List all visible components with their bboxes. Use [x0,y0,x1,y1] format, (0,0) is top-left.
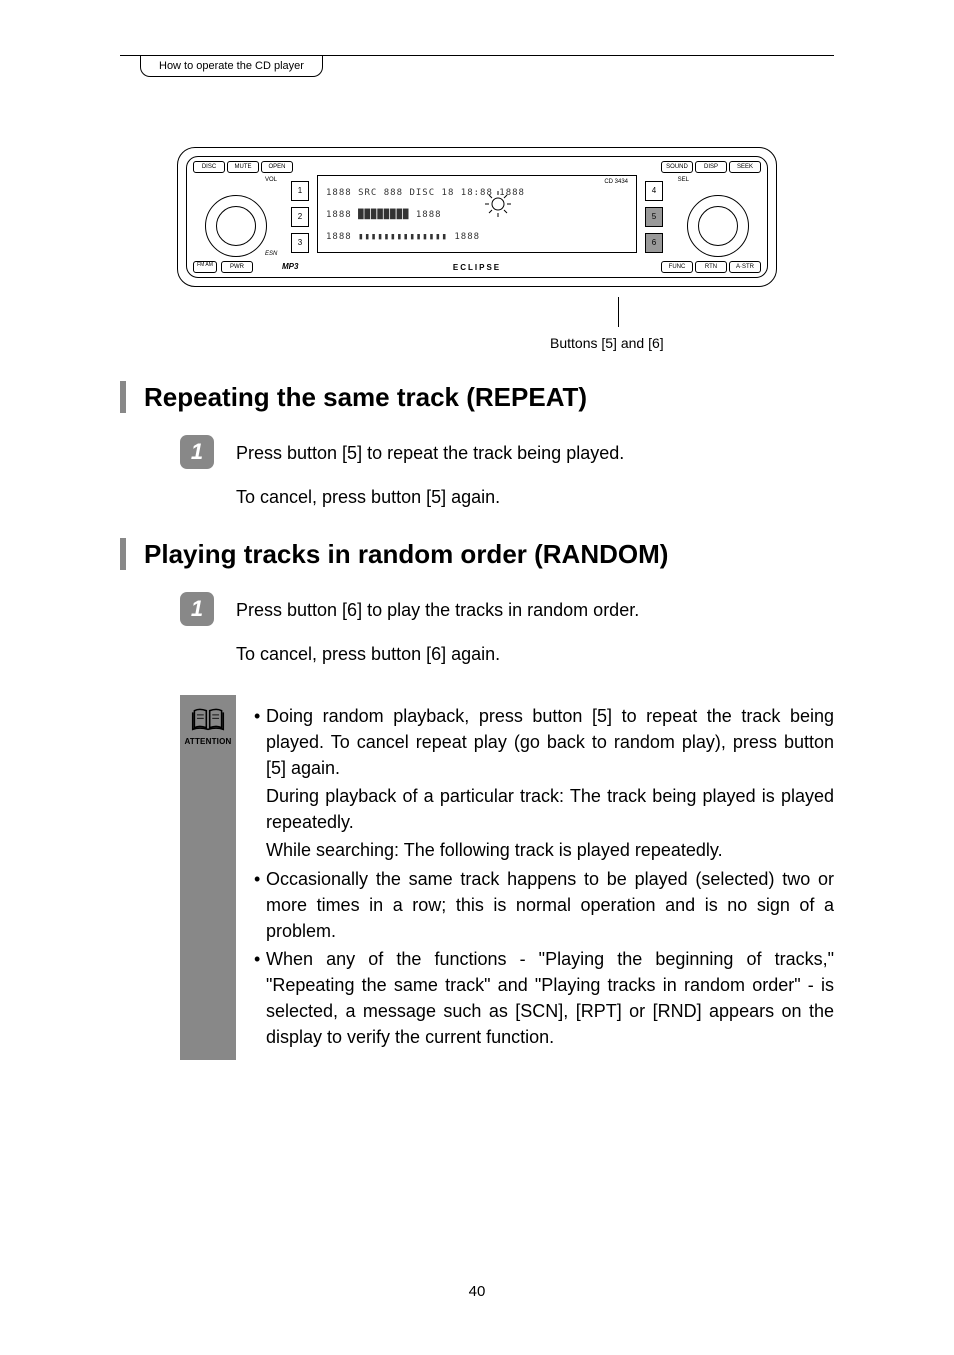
attention-bullet-1: Doing random playback, press button [5] … [254,703,834,781]
random-step-text: Press button [6] to play the tracks in r… [236,592,639,624]
device-inner-frame: DISC MUTE OPEN SOUND DISP SEEK FM AM PWR… [186,156,768,278]
open-button: OPEN [261,161,293,173]
page-number: 40 [0,1283,954,1300]
random-step-1: 1 Press button [6] to play the tracks in… [180,592,834,626]
eclipse-logo: ECLIPSE [453,263,501,272]
preset-6-button: 6 [645,233,663,253]
attention-sidebar: ATTENTION [180,695,236,1060]
right-knob [687,195,749,257]
preset-1-button: 1 [291,181,309,201]
left-knob [205,195,267,257]
attention-bullet-1-sub-2: While searching: The following track is … [254,837,834,863]
preset-2-button: 2 [291,207,309,227]
preset-4-button: 4 [645,181,663,201]
device-illustration: DISC MUTE OPEN SOUND DISP SEEK FM AM PWR… [177,147,777,287]
attention-content: Doing random playback, press button [5] … [236,695,834,1060]
astr-button: A·STR [729,261,761,273]
func-button: FUNC [661,261,693,273]
attention-bullet-2: Occasionally the same track happens to b… [254,866,834,944]
section-repeat-heading: Repeating the same track (REPEAT) [120,381,834,413]
sel-label: SEL [678,177,689,183]
random-step-sub: To cancel, press button [6] again. [236,644,834,665]
figure-caption: Buttons [5] and [6] [550,335,834,351]
disc-button: DISC [193,161,225,173]
lcd-row-2: 1888 ████████ 1888 [326,210,442,220]
rtn-button: RTN [695,261,727,273]
section-repeat-title: Repeating the same track (REPEAT) [144,382,587,413]
heading-bar [120,381,126,413]
step-number-badge: 1 [180,435,214,469]
repeat-step-sub: To cancel, press button [5] again. [236,487,834,508]
header-tab: How to operate the CD player [140,56,323,77]
caption-pointer-line [618,297,834,327]
repeat-step-1: 1 Press button [5] to repeat the track b… [180,435,834,469]
fm-am-button: FM AM [193,261,217,273]
attention-block: ATTENTION Doing random playback, press b… [180,695,834,1060]
repeat-step-text: Press button [5] to repeat the track bei… [236,435,624,467]
section-random-title: Playing tracks in random order (RANDOM) [144,539,668,570]
heading-bar [120,538,126,570]
pwr-button: PWR [221,261,253,273]
sun-icon [484,190,512,218]
sound-button: SOUND [661,161,693,173]
seek-button: SEEK [729,161,761,173]
mp3-label: MP3 [282,262,298,271]
preset-3-button: 3 [291,233,309,253]
preset-5-button: 5 [645,207,663,227]
model-label: CD 3434 [604,179,628,185]
attention-label: ATTENTION [185,737,232,746]
lcd-screen: CD 3434 1888 SRC 888 DISC 18 18:88 1888 … [317,175,637,253]
attention-bullet-3: When any of the functions - "Playing the… [254,946,834,1050]
lcd-row-3: 1888 ▮▮▮▮▮▮▮▮▮▮▮▮▮▮ 1888 [326,232,480,242]
book-icon [191,707,225,733]
section-random-heading: Playing tracks in random order (RANDOM) [120,538,834,570]
step-number-badge: 1 [180,592,214,626]
esn-label: ESN [265,251,277,257]
vol-label: VOL [265,177,277,183]
disp-button: DISP [695,161,727,173]
mute-button: MUTE [227,161,259,173]
attention-bullet-1-sub-1: During playback of a particular track: T… [254,783,834,835]
